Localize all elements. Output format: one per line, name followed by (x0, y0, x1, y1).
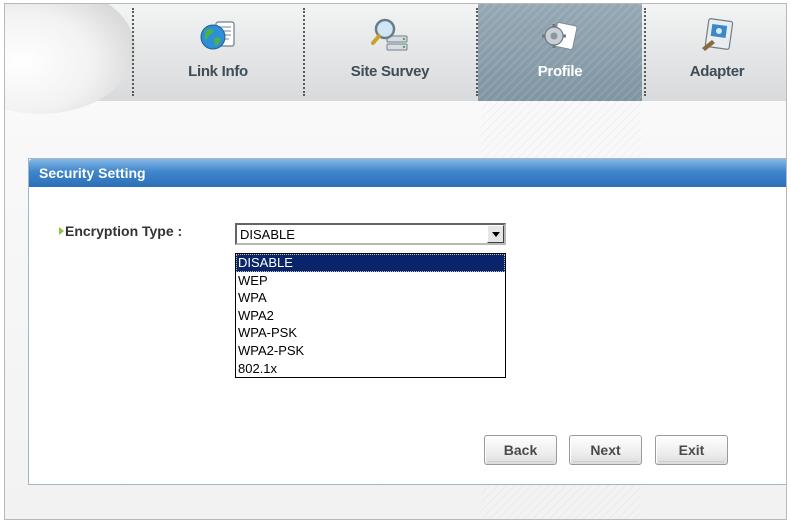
decorative-swoosh (5, 4, 135, 114)
encryption-type-label: Encryption Type : (65, 223, 183, 239)
tab-link-info[interactable]: Link Info (135, 4, 301, 101)
dropdown-option-wpa-psk[interactable]: WPA-PSK (236, 324, 505, 342)
encryption-type-value: DISABLE (240, 227, 295, 242)
dropdown-option-wpa2[interactable]: WPA2 (236, 307, 505, 325)
tab-site-survey[interactable]: Site Survey (305, 4, 475, 101)
tab-label: Adapter (689, 63, 745, 80)
nav-separator (132, 8, 134, 96)
encryption-type-select[interactable]: DISABLE (235, 223, 506, 245)
adapter-monitor-icon (702, 18, 734, 51)
gear-profile-icon (542, 22, 578, 50)
chevron-down-icon[interactable] (487, 225, 504, 243)
security-setting-panel: Security Setting Encryption Type : DISAB… (28, 158, 786, 485)
panel-title: Security Setting (39, 165, 146, 181)
panel-header: Security Setting (29, 159, 786, 187)
exit-button[interactable]: Exit (655, 435, 728, 465)
tab-label: Profile (537, 63, 583, 80)
dropdown-option-8021x[interactable]: 802.1x (236, 360, 505, 378)
globe-document-icon (200, 21, 235, 50)
dropdown-option-wep[interactable]: WEP (236, 272, 505, 290)
tab-profile[interactable]: Profile (478, 4, 642, 101)
decorative-hatch (481, 485, 641, 519)
app-window: Link Info Site Survey Profile Adapter Se… (4, 3, 787, 520)
dropdown-option-wpa2-psk[interactable]: WPA2-PSK (236, 342, 505, 360)
decorative-hatch (481, 101, 641, 158)
dropdown-option-disable[interactable]: DISABLE (236, 254, 505, 272)
tab-adapter[interactable]: Adapter (646, 4, 786, 101)
tab-label: Site Survey (350, 63, 430, 80)
back-button[interactable]: Back (484, 435, 557, 465)
next-button[interactable]: Next (569, 435, 642, 465)
tab-label: Link Info (188, 63, 248, 80)
bullet-arrow-icon (59, 227, 64, 235)
encryption-type-dropdown-list: DISABLE WEP WPA WPA2 WPA-PSK WPA2-PSK 80… (235, 253, 506, 378)
magnifier-network-icon (371, 18, 408, 51)
top-navigation-bar: Link Info Site Survey Profile Adapter (5, 4, 786, 114)
dropdown-option-wpa[interactable]: WPA (236, 289, 505, 307)
